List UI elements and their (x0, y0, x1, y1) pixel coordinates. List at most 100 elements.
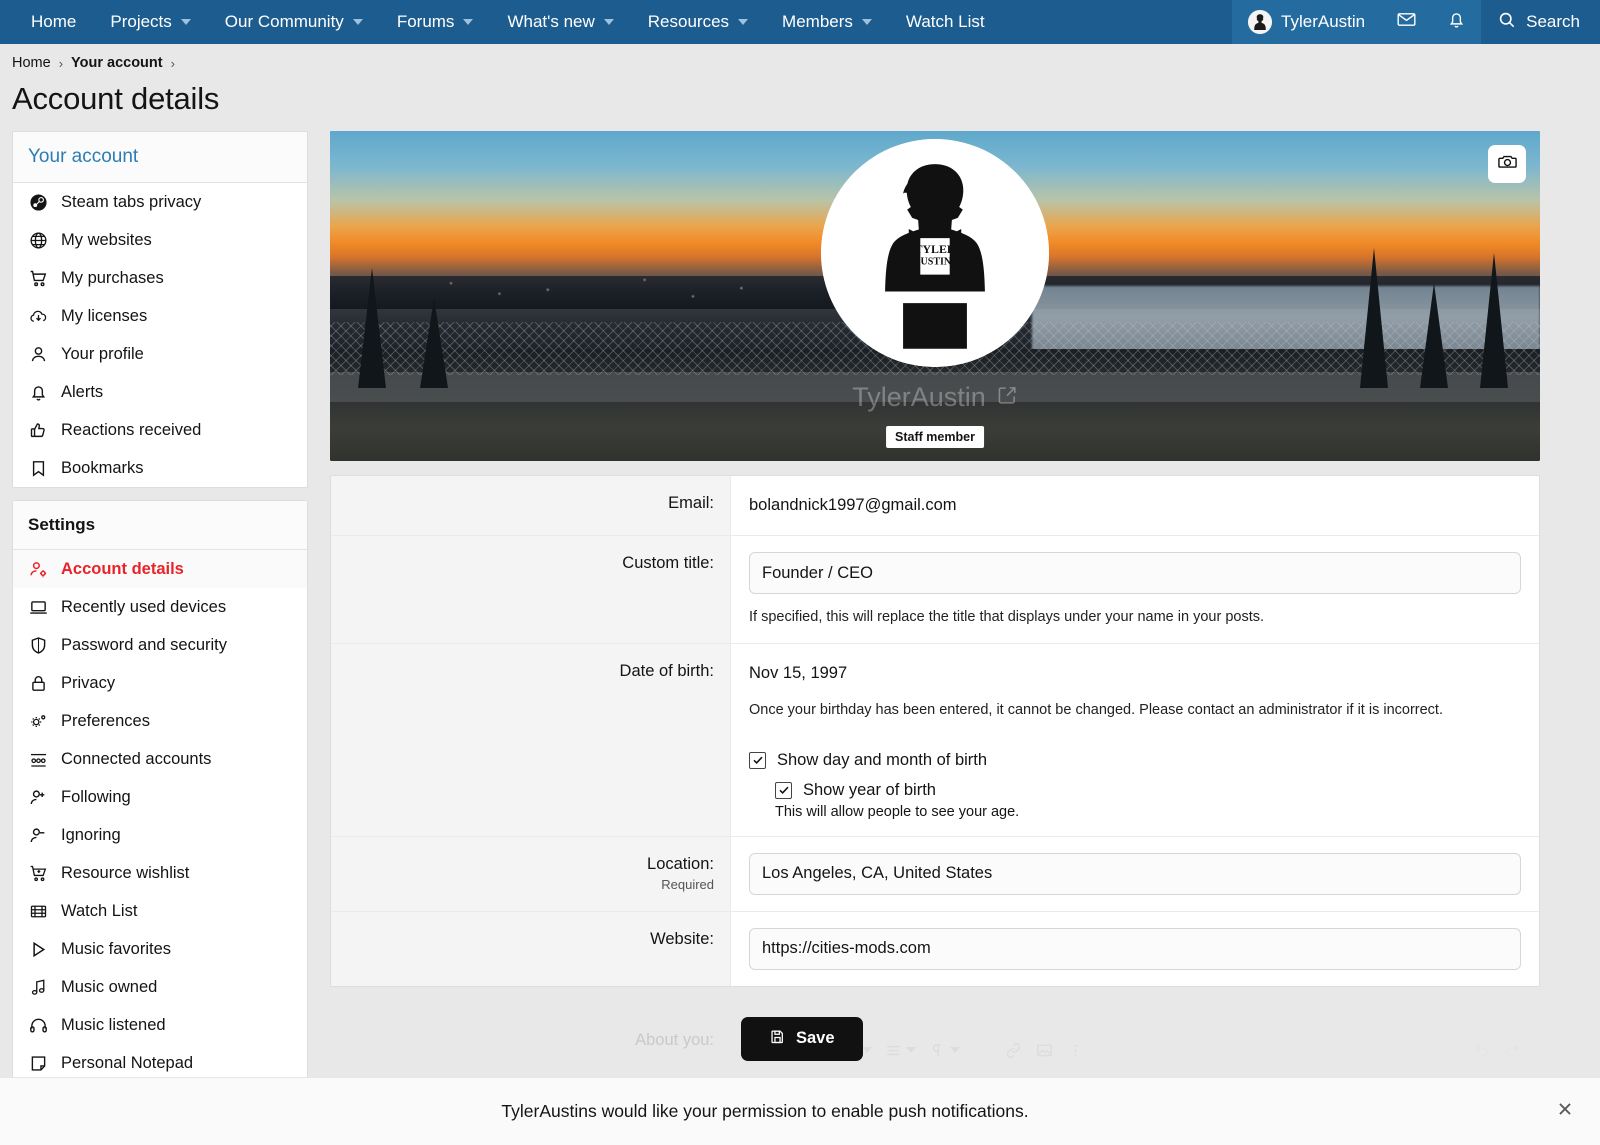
sidebar-item-watch-list[interactable]: Watch List (13, 892, 307, 930)
sidebar-item-following[interactable]: Following (13, 778, 307, 816)
cover-tree (358, 268, 386, 389)
form-row-custom-title: Custom title: If specified, this will re… (331, 536, 1539, 645)
nav-username: TylerAustin (1281, 12, 1366, 31)
search-button[interactable]: Search (1481, 0, 1600, 44)
sidebar-item-password-and-security[interactable]: Password and security (13, 626, 307, 664)
sidebar-item-music-listened[interactable]: Music listened (13, 1006, 307, 1044)
alerts-button[interactable] (1431, 0, 1482, 44)
save-button[interactable]: Save (741, 1016, 863, 1061)
push-notification-message: TylerAustins would like your permission … (501, 1101, 1029, 1121)
sidebar-item-your-profile[interactable]: Your profile (13, 335, 307, 373)
sidebar-item-reactions-received[interactable]: Reactions received (13, 411, 307, 449)
sidebar-your-account-header[interactable]: Your account (13, 132, 307, 183)
nav-item-projects[interactable]: Projects (93, 0, 207, 44)
cart-plus-icon (28, 863, 49, 884)
date-of-birth-value: Nov 15, 1997 (749, 664, 848, 683)
form-row-website: Website: (331, 911, 1539, 986)
sidebar-item-music-owned[interactable]: Music owned (13, 968, 307, 1006)
location-input[interactable] (749, 852, 1521, 895)
website-label: Website: (650, 929, 714, 948)
nav-user-menu[interactable]: TylerAustin (1232, 0, 1382, 44)
film-icon (28, 901, 49, 922)
toolbar-paragraph-button[interactable] (924, 1036, 964, 1065)
page-content: Home › Your account › Account details Yo… (0, 44, 1600, 1145)
page-body: Your account Steam tabs privacy My websi… (0, 131, 1600, 1125)
breadcrumb-separator: › (170, 55, 175, 71)
sidebar: Your account Steam tabs privacy My websi… (12, 131, 308, 1125)
date-of-birth-label: Date of birth: (619, 662, 714, 681)
sidebar-item-label: Preferences (61, 711, 150, 730)
sidebar-item-steam-tabs-privacy[interactable]: Steam tabs privacy (13, 183, 307, 221)
headphones-icon (28, 1015, 49, 1036)
nav-item-home[interactable]: Home (14, 0, 93, 44)
close-icon (1554, 1098, 1576, 1125)
nav-item-label: What's new (507, 12, 595, 31)
sidebar-item-connected-accounts[interactable]: Connected accounts (13, 740, 307, 778)
breadcrumb-current: Your account (71, 55, 163, 71)
shield-icon (28, 635, 49, 656)
show-day-month-checkbox[interactable] (749, 751, 766, 769)
user-minus-icon (28, 825, 49, 846)
nav-user-area: TylerAustin Search (1232, 0, 1600, 44)
email-value-cell: bolandnick1997@gmail.com (731, 476, 1539, 535)
sidebar-item-privacy[interactable]: Privacy (13, 664, 307, 702)
profile-cover[interactable]: TYLER AUSTINS TylerAustin Staff member (330, 131, 1540, 461)
toolbar-image-button[interactable] (1031, 1036, 1058, 1065)
cover-name-text: TylerAustin (852, 382, 986, 412)
sidebar-item-alerts[interactable]: Alerts (13, 373, 307, 411)
show-year-row[interactable]: Show year of birth (775, 781, 1521, 800)
globe-icon (28, 230, 49, 251)
sidebar-item-recently-used-devices[interactable]: Recently used devices (13, 588, 307, 626)
custom-title-value-cell: If specified, this will replace the titl… (731, 536, 1539, 643)
sidebar-item-music-favorites[interactable]: Music favorites (13, 930, 307, 968)
toolbar-undo-button[interactable] (1468, 1036, 1495, 1065)
show-year-checkbox[interactable] (775, 781, 792, 799)
sidebar-item-preferences[interactable]: Preferences (13, 702, 307, 740)
sidebar-item-label: Alerts (61, 382, 104, 401)
sidebar-item-label: Bookmarks (61, 458, 144, 477)
toolbar-more-button[interactable] (1062, 1036, 1089, 1065)
sidebar-item-label: Music listened (61, 1015, 166, 1034)
nav-item-label: Resources (647, 12, 730, 31)
user-plus-icon (28, 787, 49, 808)
sidebar-item-account-details[interactable]: Account details (13, 550, 307, 588)
website-input[interactable] (749, 927, 1521, 970)
toolbar-redo-button[interactable] (1499, 1036, 1526, 1065)
custom-title-label: Custom title: (622, 554, 714, 572)
cover-display-name[interactable]: TylerAustin (852, 382, 1018, 413)
sidebar-item-my-licenses[interactable]: My licenses (13, 297, 307, 335)
nav-item-watch-list[interactable]: Watch List (889, 0, 1002, 44)
sidebar-item-my-websites[interactable]: My websites (13, 221, 307, 259)
change-cover-photo-button[interactable] (1488, 145, 1526, 183)
laptop-icon (28, 597, 49, 618)
breadcrumb-home[interactable]: Home (12, 55, 51, 71)
sidebar-item-my-purchases[interactable]: My purchases (13, 259, 307, 297)
toolbar-link-button[interactable] (1000, 1036, 1027, 1065)
sidebar-item-label: Ignoring (61, 825, 121, 844)
sidebar-item-resource-wishlist[interactable]: Resource wishlist (13, 854, 307, 892)
profile-avatar[interactable]: TYLER AUSTINS (821, 139, 1049, 367)
chevron-down-icon (862, 1047, 872, 1054)
sidebar-item-label: My websites (61, 230, 152, 249)
custom-title-input[interactable] (749, 552, 1521, 594)
nav-item-our-community[interactable]: Our Community (208, 0, 380, 44)
inbox-button[interactable] (1381, 0, 1432, 44)
toolbar-align-button[interactable] (880, 1036, 920, 1065)
nav-item-members[interactable]: Members (765, 0, 889, 44)
cover-tree (1480, 253, 1508, 389)
nav-item-whats-new[interactable]: What's new (490, 0, 630, 44)
main-content: TYLER AUSTINS TylerAustin Staff member E… (330, 131, 1540, 1073)
users-icon (28, 749, 49, 770)
close-push-notification-button[interactable] (1530, 1098, 1600, 1125)
sidebar-settings-block: Settings Account details Recently used d… (12, 500, 308, 1083)
about-you-label: About you: (635, 1031, 714, 1050)
show-day-month-row[interactable]: Show day and month of birth (749, 751, 1521, 770)
sidebar-item-label: Steam tabs privacy (61, 192, 202, 211)
sidebar-item-bookmarks[interactable]: Bookmarks (13, 449, 307, 487)
nav-item-resources[interactable]: Resources (631, 0, 765, 44)
email-label: Email: (668, 494, 714, 512)
nav-item-forums[interactable]: Forums (380, 0, 491, 44)
date-of-birth-value-cell: Nov 15, 1997 Once your birthday has been… (731, 644, 1539, 835)
push-notification-bar: TylerAustins would like your permission … (0, 1077, 1600, 1145)
sidebar-item-ignoring[interactable]: Ignoring (13, 816, 307, 854)
